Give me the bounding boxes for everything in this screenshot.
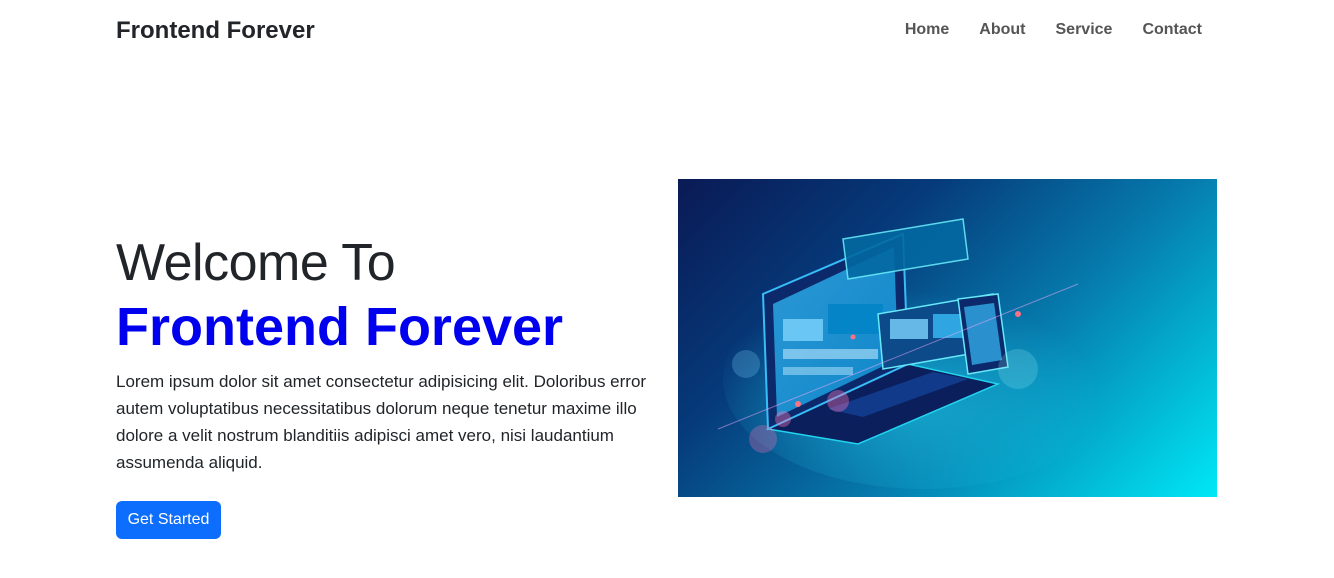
navbar: Frontend Forever Home About Service Cont… bbox=[0, 0, 1334, 62]
page: Frontend Forever Home About Service Cont… bbox=[0, 0, 1334, 578]
nav-link-contact[interactable]: Contact bbox=[1127, 20, 1204, 40]
nav-link-about[interactable]: About bbox=[964, 20, 1040, 40]
nav-link-service[interactable]: Service bbox=[1041, 20, 1128, 40]
get-started-button[interactable]: Get Started bbox=[116, 501, 221, 539]
devices-illustration-icon bbox=[717, 218, 1123, 489]
hero-image bbox=[678, 179, 1217, 497]
nav-links: Home About Service Contact bbox=[890, 20, 1204, 40]
nav-link-home[interactable]: Home bbox=[890, 20, 964, 40]
brand-logo[interactable]: Frontend Forever bbox=[116, 16, 315, 46]
hero-title: Frontend Forever bbox=[116, 297, 564, 357]
hero-welcome: Welcome To bbox=[116, 234, 396, 292]
hero-text: Welcome To Frontend Forever Lorem ipsum … bbox=[116, 232, 661, 476]
hero-description: Lorem ipsum dolor sit amet consectetur a… bbox=[116, 372, 647, 472]
